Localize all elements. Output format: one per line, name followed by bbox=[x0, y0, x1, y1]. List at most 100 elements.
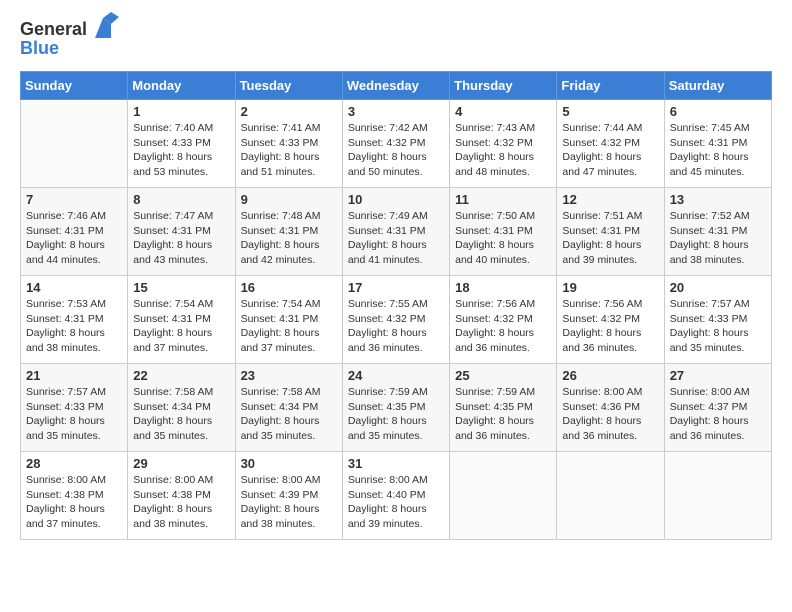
day-number: 30 bbox=[241, 456, 337, 471]
calendar-cell: 2 Sunrise: 7:41 AM Sunset: 4:33 PM Daylig… bbox=[235, 100, 342, 188]
day-number: 29 bbox=[133, 456, 229, 471]
day-number: 15 bbox=[133, 280, 229, 295]
day-number: 25 bbox=[455, 368, 551, 383]
day-number: 28 bbox=[26, 456, 122, 471]
col-header-saturday: Saturday bbox=[664, 72, 771, 100]
day-number: 14 bbox=[26, 280, 122, 295]
calendar-table: SundayMondayTuesdayWednesdayThursdayFrid… bbox=[20, 71, 772, 540]
calendar-cell bbox=[664, 452, 771, 540]
day-number: 2 bbox=[241, 104, 337, 119]
day-info: Sunrise: 7:55 AM Sunset: 4:32 PM Dayligh… bbox=[348, 297, 444, 356]
day-info: Sunrise: 7:49 AM Sunset: 4:31 PM Dayligh… bbox=[348, 209, 444, 268]
day-info: Sunrise: 7:53 AM Sunset: 4:31 PM Dayligh… bbox=[26, 297, 122, 356]
calendar-cell: 12Sunrise: 7:51 AM Sunset: 4:31 PM Dayli… bbox=[557, 188, 664, 276]
calendar-cell: 10 Sunrise: 7:49 AM Sunset: 4:31 PM Dayli… bbox=[342, 188, 449, 276]
calendar-cell: 23 Sunrise: 7:58 AM Sunset: 4:34 PM Dayli… bbox=[235, 364, 342, 452]
logo: General Blue bbox=[20, 16, 119, 59]
calendar-cell: 24 Sunrise: 7:59 AM Sunset: 4:35 PM Dayli… bbox=[342, 364, 449, 452]
day-number: 24 bbox=[348, 368, 444, 383]
day-number: 18 bbox=[455, 280, 551, 295]
day-number: 19 bbox=[562, 280, 658, 295]
week-row-2: 14 Sunrise: 7:53 AM Sunset: 4:31 PM Dayli… bbox=[21, 276, 772, 364]
day-info: Sunrise: 7:42 AM Sunset: 4:32 PM Dayligh… bbox=[348, 121, 444, 180]
day-info: Sunrise: 7:57 AM Sunset: 4:33 PM Dayligh… bbox=[26, 385, 122, 444]
calendar-cell: 31Sunrise: 8:00 AM Sunset: 4:40 PM Dayli… bbox=[342, 452, 449, 540]
day-number: 7 bbox=[26, 192, 122, 207]
calendar-cell bbox=[450, 452, 557, 540]
day-number: 23 bbox=[241, 368, 337, 383]
calendar-cell: 13 Sunrise: 7:52 AM Sunset: 4:31 PM Dayli… bbox=[664, 188, 771, 276]
day-info: Sunrise: 7:51 AM Sunset: 4:31 PM Dayligh… bbox=[562, 209, 658, 268]
col-header-monday: Monday bbox=[128, 72, 235, 100]
calendar-cell: 18Sunrise: 7:56 AM Sunset: 4:32 PM Dayli… bbox=[450, 276, 557, 364]
calendar-cell: 6Sunrise: 7:45 AM Sunset: 4:31 PM Daylig… bbox=[664, 100, 771, 188]
day-number: 9 bbox=[241, 192, 337, 207]
col-header-friday: Friday bbox=[557, 72, 664, 100]
day-number: 8 bbox=[133, 192, 229, 207]
calendar-cell: 16 Sunrise: 7:54 AM Sunset: 4:31 PM Dayli… bbox=[235, 276, 342, 364]
day-info: Sunrise: 7:45 AM Sunset: 4:31 PM Dayligh… bbox=[670, 121, 766, 180]
day-number: 11 bbox=[455, 192, 551, 207]
day-number: 22 bbox=[133, 368, 229, 383]
calendar-cell: 19Sunrise: 7:56 AM Sunset: 4:32 PM Dayli… bbox=[557, 276, 664, 364]
day-info: Sunrise: 7:54 AM Sunset: 4:31 PM Dayligh… bbox=[241, 297, 337, 356]
day-number: 4 bbox=[455, 104, 551, 119]
col-header-sunday: Sunday bbox=[21, 72, 128, 100]
day-number: 5 bbox=[562, 104, 658, 119]
day-number: 21 bbox=[26, 368, 122, 383]
day-number: 1 bbox=[133, 104, 229, 119]
calendar-cell bbox=[21, 100, 128, 188]
day-number: 13 bbox=[670, 192, 766, 207]
day-number: 3 bbox=[348, 104, 444, 119]
calendar-cell: 28 Sunrise: 8:00 AM Sunset: 4:38 PM Dayli… bbox=[21, 452, 128, 540]
day-info: Sunrise: 7:58 AM Sunset: 4:34 PM Dayligh… bbox=[133, 385, 229, 444]
calendar-cell: 22 Sunrise: 7:58 AM Sunset: 4:34 PM Dayli… bbox=[128, 364, 235, 452]
page-header: General Blue bbox=[20, 16, 772, 59]
calendar-cell: 8 Sunrise: 7:47 AM Sunset: 4:31 PM Daylig… bbox=[128, 188, 235, 276]
calendar-cell: 21 Sunrise: 7:57 AM Sunset: 4:33 PM Dayli… bbox=[21, 364, 128, 452]
day-info: Sunrise: 8:00 AM Sunset: 4:38 PM Dayligh… bbox=[26, 473, 122, 532]
day-number: 17 bbox=[348, 280, 444, 295]
logo-text: General bbox=[20, 19, 87, 40]
day-number: 16 bbox=[241, 280, 337, 295]
day-info: Sunrise: 7:46 AM Sunset: 4:31 PM Dayligh… bbox=[26, 209, 122, 268]
calendar-cell: 9 Sunrise: 7:48 AM Sunset: 4:31 PM Daylig… bbox=[235, 188, 342, 276]
day-info: Sunrise: 7:43 AM Sunset: 4:32 PM Dayligh… bbox=[455, 121, 551, 180]
day-info: Sunrise: 8:00 AM Sunset: 4:39 PM Dayligh… bbox=[241, 473, 337, 532]
week-row-3: 21 Sunrise: 7:57 AM Sunset: 4:33 PM Dayli… bbox=[21, 364, 772, 452]
calendar-cell: 3 Sunrise: 7:42 AM Sunset: 4:32 PM Daylig… bbox=[342, 100, 449, 188]
day-number: 31 bbox=[348, 456, 444, 471]
day-info: Sunrise: 7:50 AM Sunset: 4:31 PM Dayligh… bbox=[455, 209, 551, 268]
day-info: Sunrise: 7:48 AM Sunset: 4:31 PM Dayligh… bbox=[241, 209, 337, 268]
calendar-cell: 25Sunrise: 7:59 AM Sunset: 4:35 PM Dayli… bbox=[450, 364, 557, 452]
week-row-0: 1 Sunrise: 7:40 AM Sunset: 4:33 PM Daylig… bbox=[21, 100, 772, 188]
calendar-cell: 4 Sunrise: 7:43 AM Sunset: 4:32 PM Daylig… bbox=[450, 100, 557, 188]
day-info: Sunrise: 7:52 AM Sunset: 4:31 PM Dayligh… bbox=[670, 209, 766, 268]
day-info: Sunrise: 7:57 AM Sunset: 4:33 PM Dayligh… bbox=[670, 297, 766, 356]
calendar-cell: 20 Sunrise: 7:57 AM Sunset: 4:33 PM Dayli… bbox=[664, 276, 771, 364]
calendar-cell: 7 Sunrise: 7:46 AM Sunset: 4:31 PM Daylig… bbox=[21, 188, 128, 276]
day-info: Sunrise: 8:00 AM Sunset: 4:37 PM Dayligh… bbox=[670, 385, 766, 444]
day-info: Sunrise: 7:59 AM Sunset: 4:35 PM Dayligh… bbox=[348, 385, 444, 444]
calendar-cell: 11 Sunrise: 7:50 AM Sunset: 4:31 PM Dayli… bbox=[450, 188, 557, 276]
day-number: 20 bbox=[670, 280, 766, 295]
day-info: Sunrise: 7:40 AM Sunset: 4:33 PM Dayligh… bbox=[133, 121, 229, 180]
day-info: Sunrise: 7:54 AM Sunset: 4:31 PM Dayligh… bbox=[133, 297, 229, 356]
day-number: 27 bbox=[670, 368, 766, 383]
calendar-cell: 15 Sunrise: 7:54 AM Sunset: 4:31 PM Dayli… bbox=[128, 276, 235, 364]
week-row-1: 7 Sunrise: 7:46 AM Sunset: 4:31 PM Daylig… bbox=[21, 188, 772, 276]
logo: General Blue bbox=[20, 16, 119, 59]
day-number: 10 bbox=[348, 192, 444, 207]
day-info: Sunrise: 8:00 AM Sunset: 4:38 PM Dayligh… bbox=[133, 473, 229, 532]
calendar-cell: 5 Sunrise: 7:44 AM Sunset: 4:32 PM Daylig… bbox=[557, 100, 664, 188]
day-info: Sunrise: 7:58 AM Sunset: 4:34 PM Dayligh… bbox=[241, 385, 337, 444]
week-row-4: 28 Sunrise: 8:00 AM Sunset: 4:38 PM Dayli… bbox=[21, 452, 772, 540]
day-info: Sunrise: 7:47 AM Sunset: 4:31 PM Dayligh… bbox=[133, 209, 229, 268]
day-info: Sunrise: 7:41 AM Sunset: 4:33 PM Dayligh… bbox=[241, 121, 337, 180]
calendar-cell: 30 Sunrise: 8:00 AM Sunset: 4:39 PM Dayli… bbox=[235, 452, 342, 540]
day-info: Sunrise: 7:44 AM Sunset: 4:32 PM Dayligh… bbox=[562, 121, 658, 180]
calendar-cell: 1 Sunrise: 7:40 AM Sunset: 4:33 PM Daylig… bbox=[128, 100, 235, 188]
calendar-cell: 27 Sunrise: 8:00 AM Sunset: 4:37 PM Dayli… bbox=[664, 364, 771, 452]
logo-bird-icon bbox=[89, 12, 119, 42]
col-header-wednesday: Wednesday bbox=[342, 72, 449, 100]
